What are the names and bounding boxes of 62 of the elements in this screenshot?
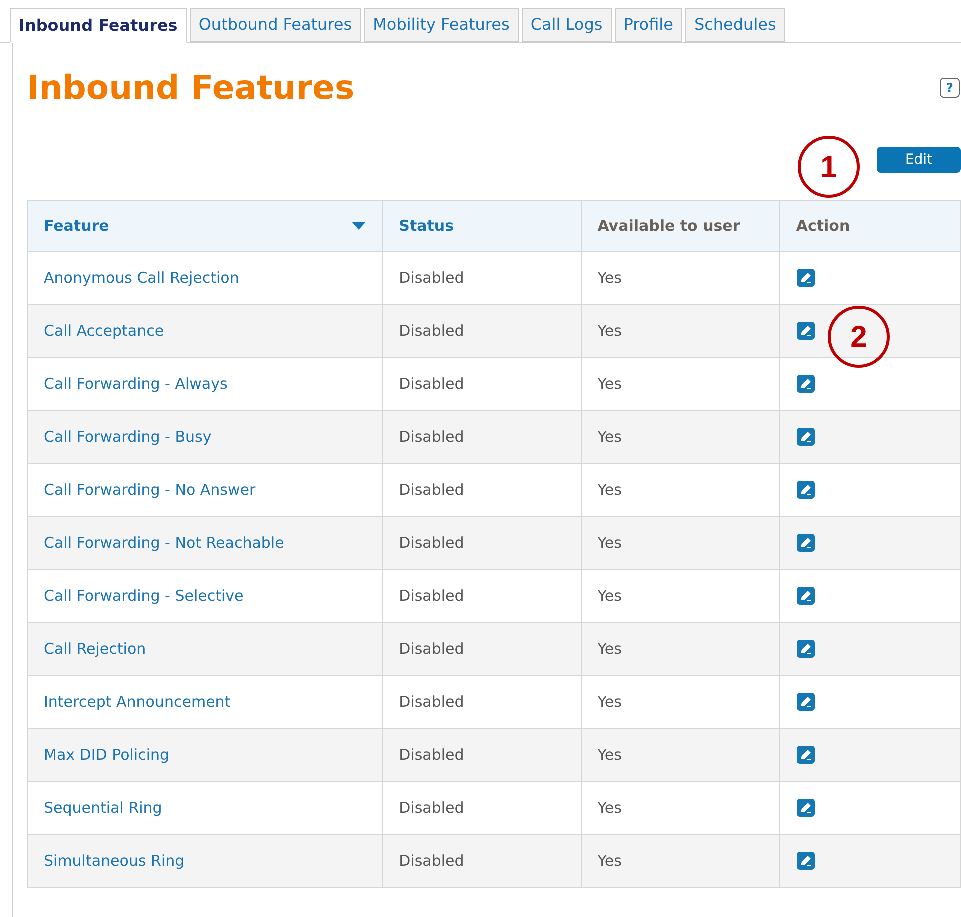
edit-icon[interactable]: [796, 692, 816, 712]
tab[interactable]: Outbound Features: [190, 8, 362, 42]
feature-link[interactable]: Call Forwarding - Selective: [44, 586, 244, 605]
table-cell: Disabled: [399, 692, 464, 711]
sort-caret-icon[interactable]: [352, 222, 366, 230]
column-header: Action: [796, 216, 850, 237]
feature-link[interactable]: Max DID Policing: [44, 746, 170, 764]
tab[interactable]: Mobility Features: [364, 8, 519, 42]
feature-link[interactable]: Call Rejection: [44, 640, 146, 658]
table-cell: Yes: [598, 746, 622, 764]
feature-link[interactable]: Anonymous Call Rejection: [44, 268, 240, 287]
table-cell: Disabled: [399, 268, 464, 287]
edit-icon[interactable]: [796, 851, 816, 871]
table-cell: Yes: [598, 852, 622, 870]
feature-link[interactable]: Sequential Ring: [44, 798, 162, 817]
tab[interactable]: Inbound Features: [10, 8, 187, 43]
feature-link[interactable]: Call Forwarding - Always: [44, 374, 228, 393]
table-cell: Disabled: [399, 374, 464, 393]
callout-number: 2: [828, 306, 890, 368]
table-cell: Disabled: [399, 586, 464, 605]
feature-link[interactable]: Simultaneous Ring: [44, 852, 185, 870]
column-header[interactable]: Feature: [44, 214, 110, 238]
table-cell: Disabled: [399, 640, 464, 658]
table-cell: Yes: [598, 534, 622, 552]
edit-icon[interactable]: [796, 480, 816, 500]
edit-button[interactable]: Edit: [877, 147, 961, 173]
table-cell: Disabled: [399, 798, 464, 817]
help-button[interactable]: ?: [940, 78, 960, 98]
column-header[interactable]: Status: [399, 214, 454, 238]
edit-icon[interactable]: [796, 586, 816, 606]
tab[interactable]: Profile: [614, 8, 682, 42]
table-cell: Disabled: [399, 480, 464, 499]
table-cell: Disabled: [399, 534, 464, 552]
table-cell: Yes: [598, 322, 622, 340]
edit-icon[interactable]: [796, 745, 816, 765]
table-cell: Yes: [598, 268, 622, 287]
edit-icon[interactable]: [796, 321, 816, 341]
tab[interactable]: Schedules: [685, 8, 786, 42]
edit-icon[interactable]: [796, 798, 816, 818]
edit-icon[interactable]: [796, 639, 816, 659]
page-title: Inbound Features: [27, 71, 355, 104]
table-cell: Yes: [598, 374, 622, 393]
edit-icon[interactable]: [796, 427, 816, 447]
table-cell: Yes: [598, 640, 622, 658]
feature-link[interactable]: Intercept Announcement: [44, 692, 231, 711]
table-cell: Yes: [598, 692, 622, 711]
table-cell: Yes: [598, 586, 622, 605]
edit-icon[interactable]: [796, 268, 816, 288]
table-cell: Yes: [598, 480, 622, 499]
edit-icon[interactable]: [796, 374, 816, 394]
tab[interactable]: Call Logs: [522, 8, 612, 42]
table-cell: Disabled: [399, 322, 464, 340]
feature-link[interactable]: Call Acceptance: [44, 322, 164, 340]
table-cell: Yes: [598, 798, 622, 817]
callout-number: 1: [798, 136, 860, 198]
table-cell: Disabled: [399, 428, 464, 446]
column-header: Available to user: [598, 216, 740, 237]
table-cell: Disabled: [399, 746, 464, 764]
table-cell: Disabled: [399, 852, 464, 870]
edit-icon[interactable]: [796, 533, 816, 553]
table-cell: Yes: [598, 428, 622, 446]
feature-link[interactable]: Call Forwarding - Busy: [44, 428, 212, 446]
